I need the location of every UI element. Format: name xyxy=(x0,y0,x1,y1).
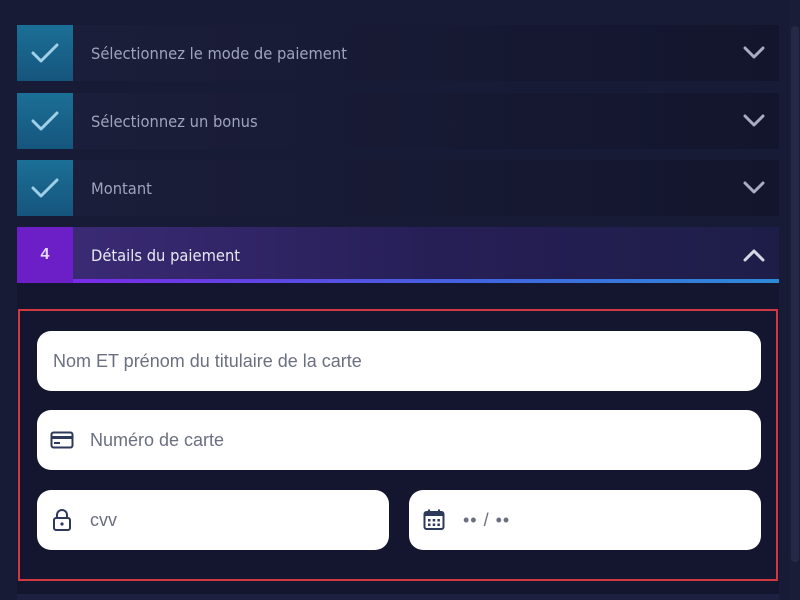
step-payment-details[interactable]: 4 Détails du paiement xyxy=(17,227,779,283)
expiry-date-placeholder: •• / •• xyxy=(463,509,511,530)
payment-page: Sélectionnez le mode de paiement Sélecti… xyxy=(0,0,800,600)
card-form: Nom ET prénom du titulaire de la carte N… xyxy=(18,309,778,581)
step-payment-method[interactable]: Sélectionnez le mode de paiement xyxy=(17,25,779,81)
cvv-field[interactable]: cvv xyxy=(37,490,389,550)
step-status-badge xyxy=(17,160,73,216)
chevron-down-icon[interactable] xyxy=(729,25,779,81)
step-title: Détails du paiement xyxy=(91,245,241,265)
expiry-date-field[interactable]: •• / •• xyxy=(409,490,761,550)
cardholder-name-field[interactable]: Nom ET prénom du titulaire de la carte xyxy=(37,331,761,391)
step-number: 4 xyxy=(40,246,50,263)
chevron-down-icon[interactable] xyxy=(729,160,779,216)
step-amount[interactable]: Montant xyxy=(17,160,779,216)
check-icon xyxy=(31,111,59,131)
scrollbar-thumb[interactable] xyxy=(791,26,799,562)
cardholder-name-placeholder: Nom ET prénom du titulaire de la carte xyxy=(53,350,362,371)
credit-card-icon xyxy=(50,431,74,449)
step-title: Montant xyxy=(91,178,152,198)
card-number-field[interactable]: Numéro de carte xyxy=(37,410,761,470)
step-bonus[interactable]: Sélectionnez un bonus xyxy=(17,93,779,149)
check-icon xyxy=(31,43,59,63)
cvv-placeholder: cvv xyxy=(90,509,117,530)
next-section-edge xyxy=(17,594,779,600)
chevron-up-icon[interactable] xyxy=(729,227,779,283)
lock-icon xyxy=(52,508,72,532)
check-icon xyxy=(31,178,59,198)
step-title: Sélectionnez un bonus xyxy=(91,111,258,131)
card-number-placeholder: Numéro de carte xyxy=(90,429,225,450)
calendar-icon xyxy=(423,509,445,531)
chevron-down-icon[interactable] xyxy=(729,93,779,149)
step-status-badge xyxy=(17,25,73,81)
step-number-badge: 4 xyxy=(17,227,73,283)
step-title: Sélectionnez le mode de paiement xyxy=(91,43,347,63)
step-status-badge xyxy=(17,93,73,149)
